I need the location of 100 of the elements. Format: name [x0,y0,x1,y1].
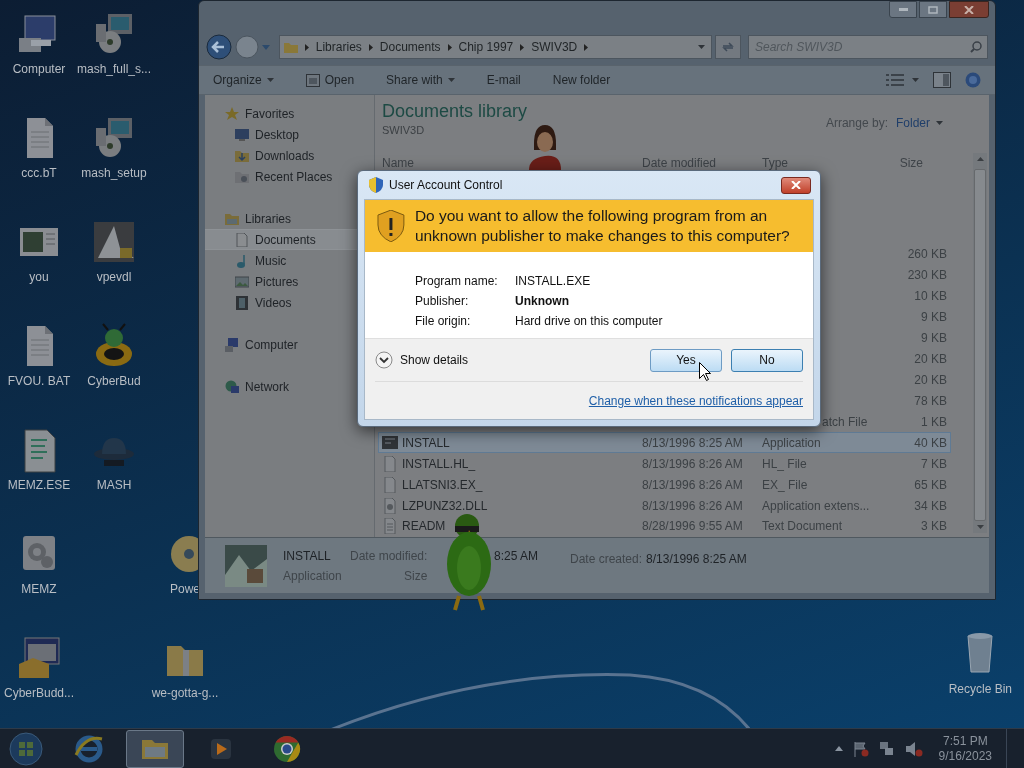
icon-label[interactable]: MASH [96,478,132,492]
library-title: Documents library [382,100,528,122]
toolbar-button[interactable]: Share with [386,71,455,89]
field-label: Program name: [415,273,499,290]
arrange-dropdown[interactable]: Folder [896,114,943,132]
file-size: 34 KB [914,498,947,513]
close-button[interactable] [781,176,811,194]
dialog-button[interactable]: Yes [650,348,722,372]
chevron-icon[interactable] [520,43,525,51]
monitor-icon [235,127,249,142]
column-header[interactable]: Type [762,153,867,172]
icon-label[interactable]: ccc.bT [21,166,57,180]
nav-item[interactable]: Computer [205,334,374,355]
file-date: 8/13/1996 8:26 AM [642,456,743,471]
notifications-link[interactable]: Change when these notifications appear [588,391,803,410]
dialog-button[interactable]: No [731,348,803,372]
field-label: Publisher: [415,293,470,310]
breadcrumb-item[interactable]: Libraries [315,38,362,56]
column-header[interactable]: Date modified [642,153,762,172]
taskbar-button[interactable] [126,729,184,768]
file-row[interactable]: INSTALL.HL_ 8/13/1996 8:26 AM HL_ File 7 KB [378,453,951,475]
nav-item[interactable]: Recent Places [205,166,374,187]
address-bar[interactable]: Libraries Documents Chip 1997 SWIV3D [278,35,713,59]
icon-label[interactable]: FVOU. BAT [7,374,71,388]
gear-file-icon [382,497,398,514]
minimize-icon [898,8,908,11]
icon-label[interactable]: MEMZ.ESE [7,478,71,492]
column-header[interactable]: Size [867,153,947,172]
file-row[interactable]: LLATSNI3.EX_ 8/13/1996 8:26 AM EX_ File 65 KB [378,474,951,495]
icon-label[interactable]: CyberBud [87,374,141,388]
file-size: 3 KB [921,519,947,534]
close-button[interactable] [949,1,989,18]
file-name: READM [402,518,446,536]
breadcrumb-item[interactable]: Chip 1997 [458,38,514,56]
file-date: 8/13/1996 8:26 AM [642,498,743,513]
icon-label[interactable]: mash_full_s... [77,62,152,76]
refresh-icon [721,41,736,53]
scrollbar-thumb[interactable] [974,169,986,521]
nav-item[interactable]: Videos [205,292,374,313]
icon-label[interactable]: Computer [12,62,66,76]
file-name: LLATSNI3.EX_ [402,476,483,494]
chevron-icon[interactable] [304,43,309,51]
icon-label[interactable]: we-gotta-g... [151,686,219,700]
scrollbar[interactable] [973,153,987,533]
toolbar-button[interactable]: Organize [213,71,274,89]
file-name: INSTALL [402,434,450,452]
breadcrumb-item[interactable]: SWIV3D [531,38,578,56]
preview-pane-icon[interactable] [933,72,951,88]
start-button[interactable] [8,730,44,767]
icon-label[interactable]: mash_setup [81,166,147,180]
file-size: 9 KB [921,330,947,345]
back-button[interactable] [206,34,232,60]
toolbar-button[interactable]: New folder [552,71,611,89]
file-size: 40 KB [914,435,947,450]
file-date: 8/13/1996 8:25 AM [642,435,743,450]
flag-icon[interactable] [852,740,869,757]
file-date: 8/13/1996 8:26 AM [642,477,743,492]
show-hidden-icons-button[interactable] [834,746,843,751]
file-type: atch File [822,414,868,429]
file-name: LZPUNZ32.DLL [402,497,488,515]
scroll-up-icon[interactable] [976,157,984,161]
nav-item[interactable]: Pictures [205,271,374,292]
toolbar-button[interactable]: Open [305,71,355,89]
nav-item[interactable]: Favorites [205,103,374,124]
views-button[interactable] [886,74,919,86]
file-row[interactable]: READM 8/28/1996 9:55 AM Text Document 3 KB [378,516,951,537]
speaker-muted-icon[interactable] [904,740,923,757]
minimize-button[interactable] [889,1,917,18]
file-type: HL_ File [762,456,807,471]
scroll-down-icon[interactable] [976,525,984,529]
icon-label[interactable]: CyberBudd... [3,686,74,700]
file-row[interactable]: INSTALL 8/13/1996 8:25 AM Application 40 KB [378,432,951,454]
field-value: Unknown [515,293,569,310]
network-icon[interactable] [878,740,895,757]
chevron-icon[interactable] [447,43,452,51]
icon-label[interactable]: Powe [170,582,200,596]
toolbar-button[interactable]: E-mail [486,71,521,89]
cursor-icon [699,362,711,381]
clock[interactable]: 7:51 PM 9/16/2023 [938,733,992,764]
nav-item[interactable]: Network [205,376,374,397]
maximize-button[interactable] [919,1,947,18]
nav-item[interactable]: Downloads [205,145,374,166]
folder-icon [235,148,249,163]
chevron-icon[interactable] [584,43,589,51]
breadcrumb-item[interactable]: Documents [379,38,441,56]
nav-item[interactable]: Libraries [205,208,374,229]
film-icon [235,295,249,310]
chevron-icon[interactable] [368,43,373,51]
icon-label[interactable]: MEMZ [21,582,57,596]
file-type: EX_ File [762,477,808,492]
column-header[interactable]: Name [382,153,642,172]
icon-label[interactable]: vpevdl [96,270,132,284]
file-row[interactable]: LZPUNZ32.DLL 8/13/1996 8:26 AM Application extens... 34 KB [378,495,951,516]
nav-item[interactable]: Music [205,250,374,271]
nav-item[interactable]: Desktop [205,124,374,145]
show-details-button[interactable]: Show details [375,351,469,369]
icon-label[interactable]: Recycle Bin [948,680,1012,698]
field-value: INSTALL.EXE [515,273,591,290]
icon-label[interactable]: you [29,270,49,284]
field-label: File origin: [415,313,472,330]
